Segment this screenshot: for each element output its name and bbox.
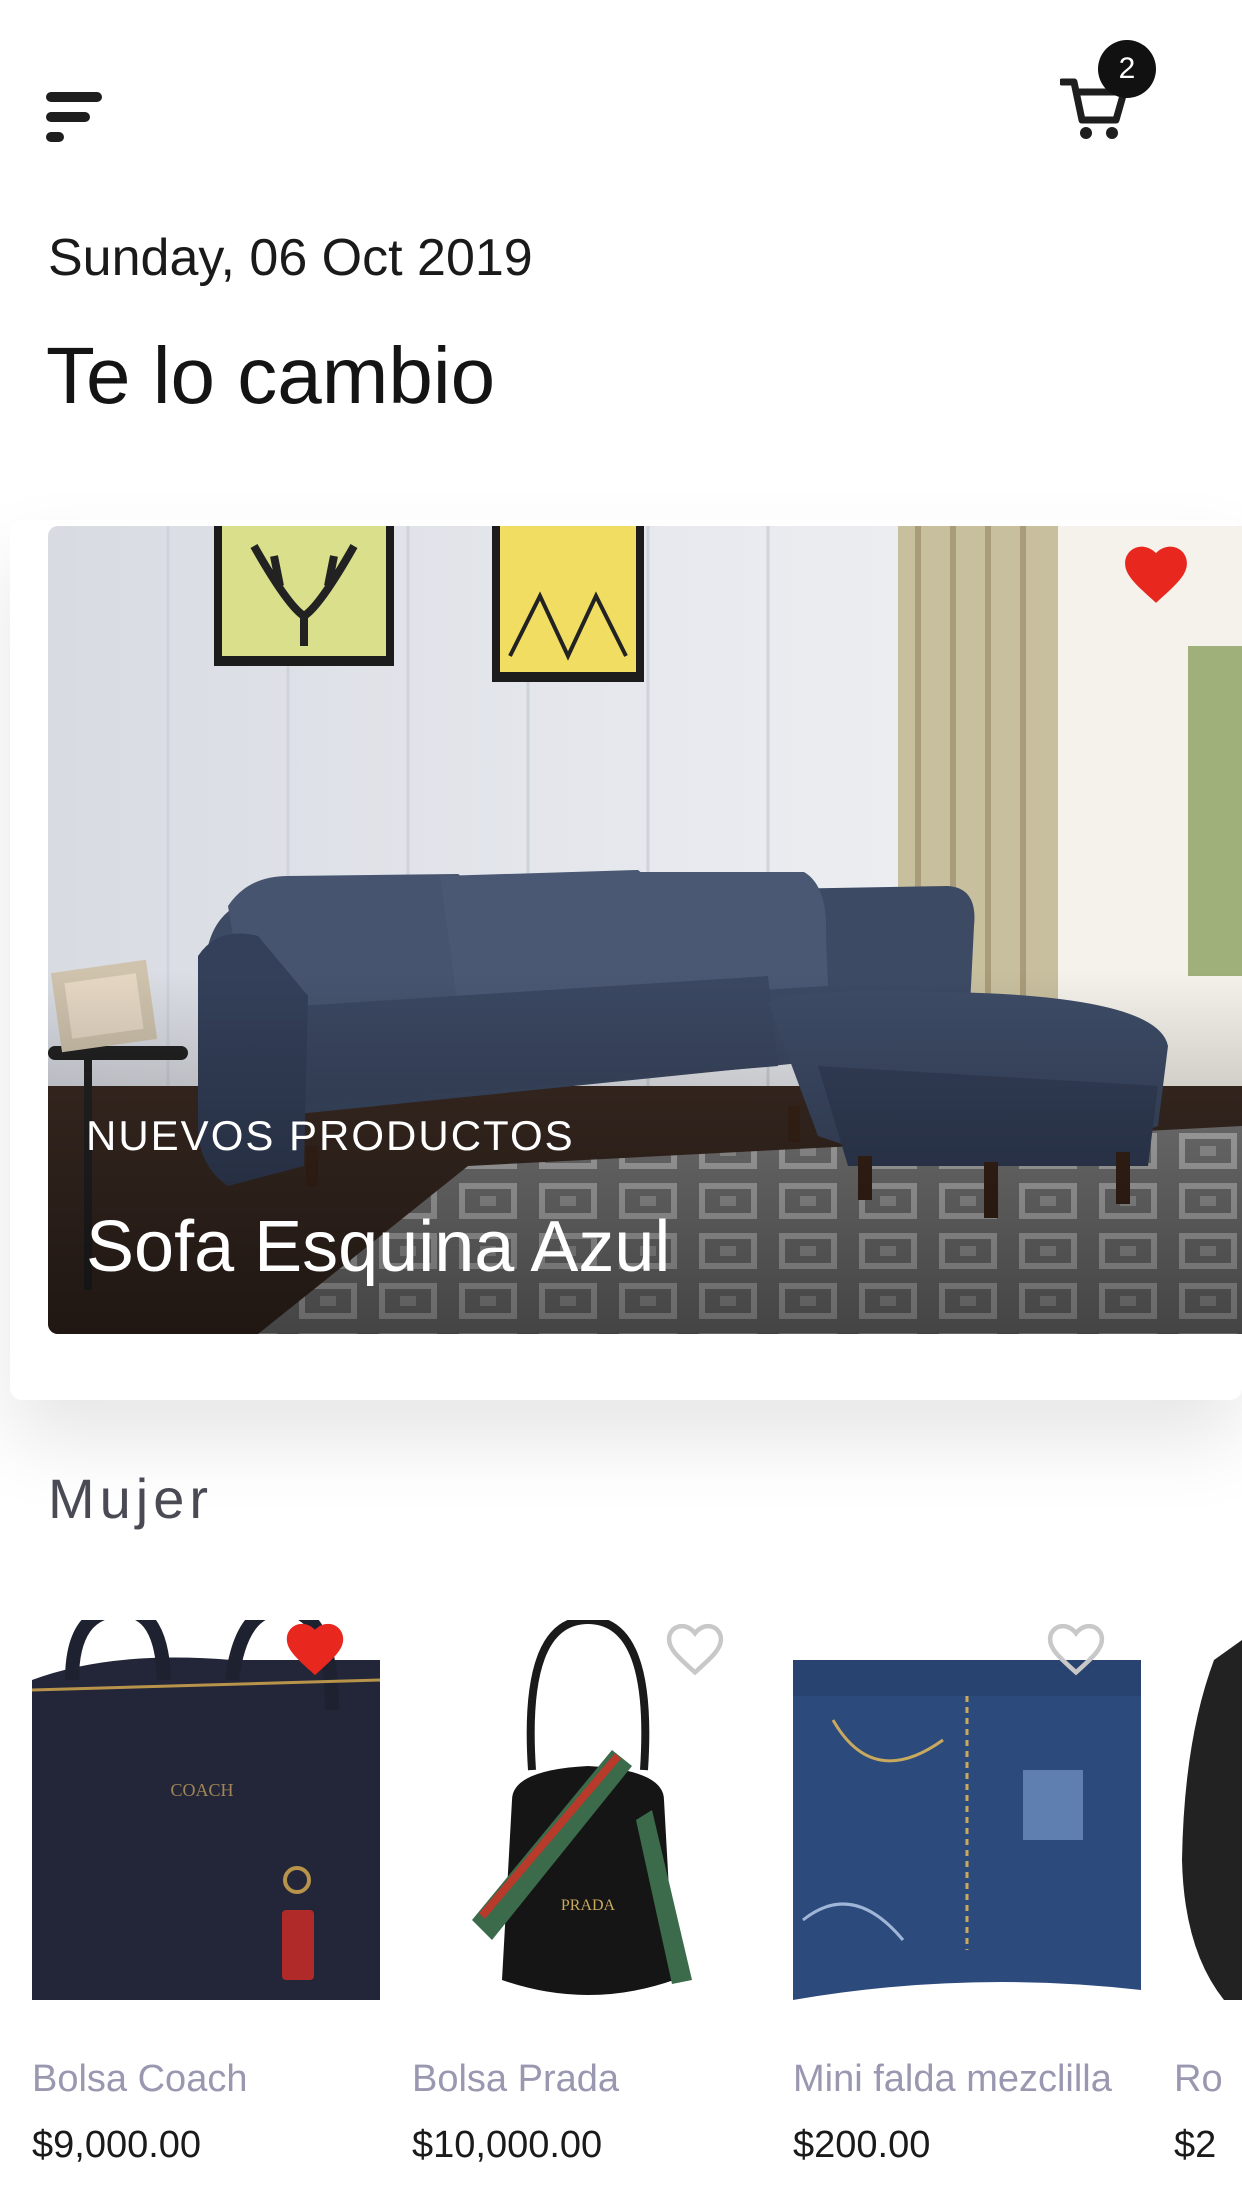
menu-icon	[46, 92, 102, 102]
featured-favorite-button[interactable]	[1118, 538, 1194, 606]
heart-outline-icon	[666, 1623, 724, 1676]
featured-product-name: Sofa Esquina Azul	[86, 1207, 671, 1287]
heart-outline-icon	[1047, 1623, 1105, 1676]
page-title: Te lo cambio	[46, 331, 496, 420]
product-image	[793, 1620, 1141, 2020]
product-card[interactable]: PRADA Bolsa Prada $10,000.00	[412, 1600, 760, 2208]
favorite-button[interactable]	[660, 1616, 730, 1678]
product-card[interactable]: Ro $2	[1174, 1600, 1242, 2208]
menu-icon-line	[46, 132, 64, 142]
product-image: PRADA	[412, 1620, 760, 2020]
svg-text:COACH: COACH	[170, 1780, 233, 1800]
section-title: Mujer	[48, 1467, 214, 1530]
product-price: $10,000.00	[412, 2124, 603, 2166]
product-name: Mini falda mezclilla	[793, 2058, 1112, 2100]
heart-filled-icon	[286, 1623, 344, 1676]
menu-icon-line	[46, 112, 90, 122]
current-date: Sunday, 06 Oct 2019	[48, 229, 533, 287]
product-name: Ro	[1174, 2058, 1223, 2100]
product-price: $2	[1174, 2124, 1217, 2166]
menu-button[interactable]	[46, 92, 106, 148]
favorite-button[interactable]	[1041, 1616, 1111, 1678]
cart-count-badge: 2	[1098, 40, 1156, 98]
cart-button[interactable]: 2	[1050, 40, 1180, 150]
product-image	[1174, 1620, 1242, 2020]
favorite-button[interactable]	[280, 1616, 350, 1678]
heart-filled-icon	[1125, 546, 1187, 603]
product-card[interactable]: Mini falda mezclilla $200.00	[793, 1600, 1141, 2208]
product-card[interactable]: COACH Bolsa Coach $9,000.00	[32, 1600, 380, 2208]
product-price: $9,000.00	[32, 2124, 202, 2166]
product-name: Bolsa Coach	[32, 2058, 248, 2100]
svg-text:PRADA: PRADA	[561, 1897, 616, 1914]
product-price: $200.00	[793, 2124, 931, 2166]
featured-kicker: NUEVOS PRODUCTOS	[86, 1112, 575, 1159]
product-image: COACH	[32, 1620, 380, 2020]
product-name: Bolsa Prada	[412, 2058, 620, 2100]
